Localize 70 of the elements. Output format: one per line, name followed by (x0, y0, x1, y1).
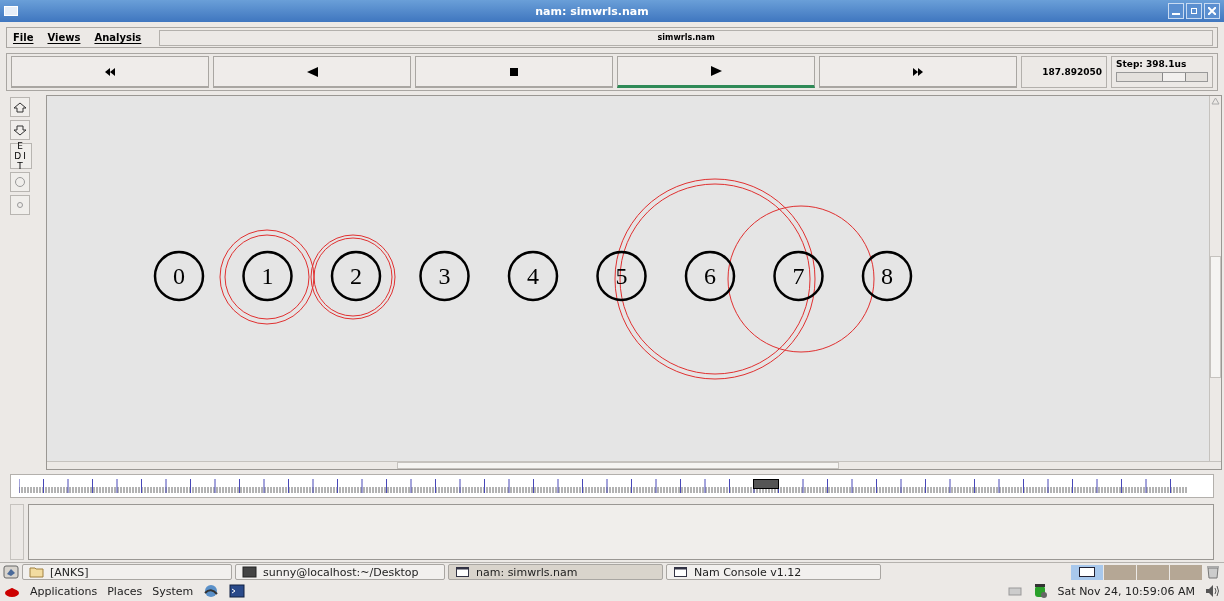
horizontal-scrollbar[interactable] (47, 461, 1221, 469)
network-node[interactable]: 0 (153, 250, 205, 302)
menu-item[interactable]: File (11, 32, 36, 43)
menu-item[interactable]: Analysis (92, 32, 144, 43)
globe-icon (203, 583, 220, 600)
timeline-marker[interactable] (753, 479, 780, 489)
speaker-icon (1205, 584, 1220, 599)
rewind-icon (105, 66, 115, 77)
trash-icon (1205, 564, 1221, 581)
back-icon (306, 66, 318, 77)
taskbar-window-button[interactable]: sunny@localhost:~/Desktop (235, 564, 445, 581)
keyboard-icon (1007, 585, 1022, 598)
network-node[interactable]: 6 (684, 250, 736, 302)
fast-forward-button[interactable] (819, 56, 1017, 88)
timeline-slider[interactable] (10, 474, 1214, 498)
terminal-icon (242, 565, 257, 580)
vertical-scrollbar[interactable] (1209, 96, 1221, 461)
taskbar-window-button[interactable]: [ANKS] (22, 564, 232, 581)
step-label: Step: 398.1us (1116, 59, 1188, 69)
network-node[interactable]: 2 (330, 250, 382, 302)
taskbar-window-button[interactable]: nam: simwrls.nam (448, 564, 663, 581)
network-node[interactable]: 3 (419, 250, 470, 302)
terminal-icon (229, 584, 246, 599)
play-icon (710, 66, 722, 76)
panel-menu-item[interactable]: Applications (30, 584, 98, 598)
small-circle-button[interactable] (10, 195, 30, 215)
close-icon (1208, 7, 1216, 15)
menu-item[interactable]: Views (45, 32, 83, 43)
file-name-display: simwrls.nam (159, 29, 1213, 46)
network-node[interactable]: 1 (242, 250, 293, 302)
window-icon (673, 565, 688, 580)
folder-icon (29, 565, 44, 580)
network-node[interactable]: 8 (861, 250, 913, 302)
down-arrow-icon (13, 124, 27, 136)
play-button[interactable] (617, 56, 815, 88)
circle-icon (15, 177, 25, 187)
circle-icon (17, 202, 23, 208)
scrollbar[interactable] (10, 504, 24, 560)
fast-forward-icon (913, 66, 923, 77)
stop-button[interactable] (415, 56, 613, 88)
stop-icon (510, 67, 518, 76)
rewind-button[interactable] (11, 56, 209, 88)
window-icon (1079, 567, 1095, 578)
zoom-in-button[interactable] (10, 97, 30, 117)
network-canvas[interactable]: 0 1 2 3 4 5 6 7 8 (47, 96, 1209, 461)
workspace-button[interactable] (1071, 564, 1103, 580)
close-button[interactable] (1204, 3, 1220, 19)
zoom-out-button[interactable] (10, 120, 30, 140)
circle-button[interactable] (10, 172, 30, 192)
up-arrow-icon (1210, 96, 1221, 106)
slider-thumb[interactable] (1161, 73, 1186, 81)
step-slider[interactable] (1116, 72, 1208, 82)
network-node[interactable]: 7 (773, 250, 824, 302)
time-display: 187.892050 (1021, 56, 1107, 88)
back-button[interactable] (213, 56, 411, 88)
maximize-icon (1190, 7, 1198, 15)
taskbar-window-button[interactable]: Nam Console v1.12 (666, 564, 881, 581)
panel-menu-item[interactable]: System (152, 584, 194, 598)
network-node[interactable]: 4 (507, 250, 559, 302)
up-arrow-icon (13, 101, 27, 113)
window-icon (455, 565, 470, 580)
show-desktop-icon (3, 565, 19, 580)
window-menu-icon[interactable] (4, 6, 18, 16)
minimize-button[interactable] (1168, 3, 1184, 19)
clock[interactable]: Sat Nov 24, 10:59:06 AM (1057, 584, 1195, 598)
maximize-button[interactable] (1186, 3, 1202, 19)
panel-menu-item[interactable]: Places (107, 584, 143, 598)
network-node[interactable]: 5 (596, 250, 647, 302)
edit-button[interactable]: EDIT (10, 143, 32, 169)
window-title: nam: simwrls.nam (534, 4, 650, 18)
